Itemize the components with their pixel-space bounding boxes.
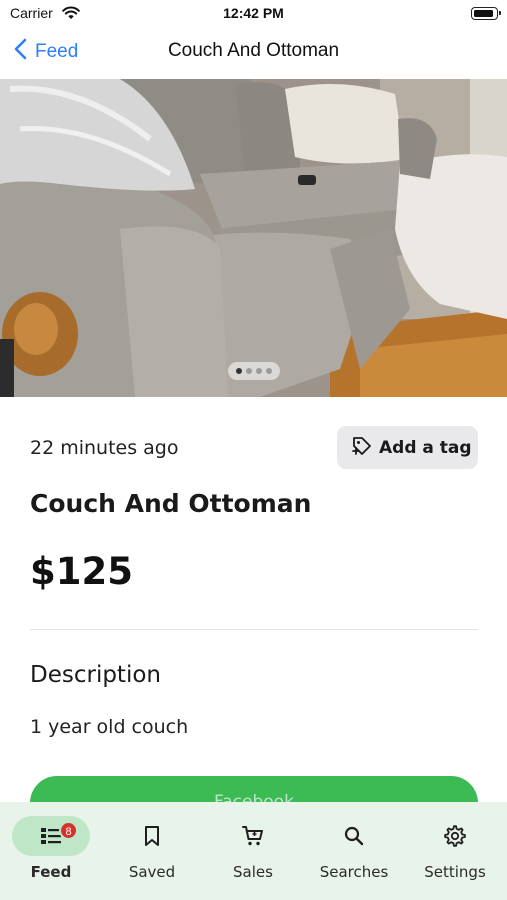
tab-bar: 8 Feed Saved Sales Searches Settings <box>0 802 507 900</box>
tab-searches-label: Searches <box>319 863 389 881</box>
listing-price: $125 <box>30 550 133 593</box>
tab-settings[interactable]: Settings <box>410 816 500 886</box>
page-dot <box>266 368 272 374</box>
page-dot <box>246 368 252 374</box>
status-time: 12:42 PM <box>223 5 284 21</box>
listing-title: Couch And Ottoman <box>30 489 312 518</box>
tab-sales[interactable]: Sales <box>208 816 298 886</box>
tab-searches[interactable]: Searches <box>309 816 399 886</box>
posted-time: 22 minutes ago <box>30 437 179 459</box>
unread-count-badge: 8 <box>59 821 78 840</box>
gear-icon <box>443 824 467 848</box>
tab-saved-label: Saved <box>128 863 176 881</box>
divider <box>30 629 478 630</box>
add-tag-label: Add a tag <box>379 437 472 458</box>
tab-saved[interactable]: Saved <box>107 816 197 886</box>
navigation-bar: Feed Couch And Ottoman <box>0 28 507 78</box>
tag-add-icon <box>351 435 373 461</box>
tab-sales-label: Sales <box>233 863 273 881</box>
tab-feed-label: Feed <box>30 863 72 881</box>
add-tag-button[interactable]: Add a tag <box>337 426 478 469</box>
cart-icon <box>241 824 265 848</box>
page-dot <box>256 368 262 374</box>
bookmark-icon <box>140 824 164 848</box>
search-icon <box>342 824 366 848</box>
page-dot <box>236 368 242 374</box>
photo-page-indicator[interactable] <box>228 362 280 380</box>
listing-photo <box>0 79 507 397</box>
tab-feed[interactable]: 8 Feed <box>6 816 96 886</box>
tab-settings-label: Settings <box>424 863 486 881</box>
listing-photo-carousel[interactable] <box>0 79 507 397</box>
status-bar: Carrier 12:42 PM <box>0 0 507 28</box>
description-heading: Description <box>30 662 161 688</box>
page-title: Couch And Ottoman <box>167 40 340 61</box>
description-text: 1 year old couch <box>30 716 189 738</box>
battery-icon <box>471 7 501 20</box>
